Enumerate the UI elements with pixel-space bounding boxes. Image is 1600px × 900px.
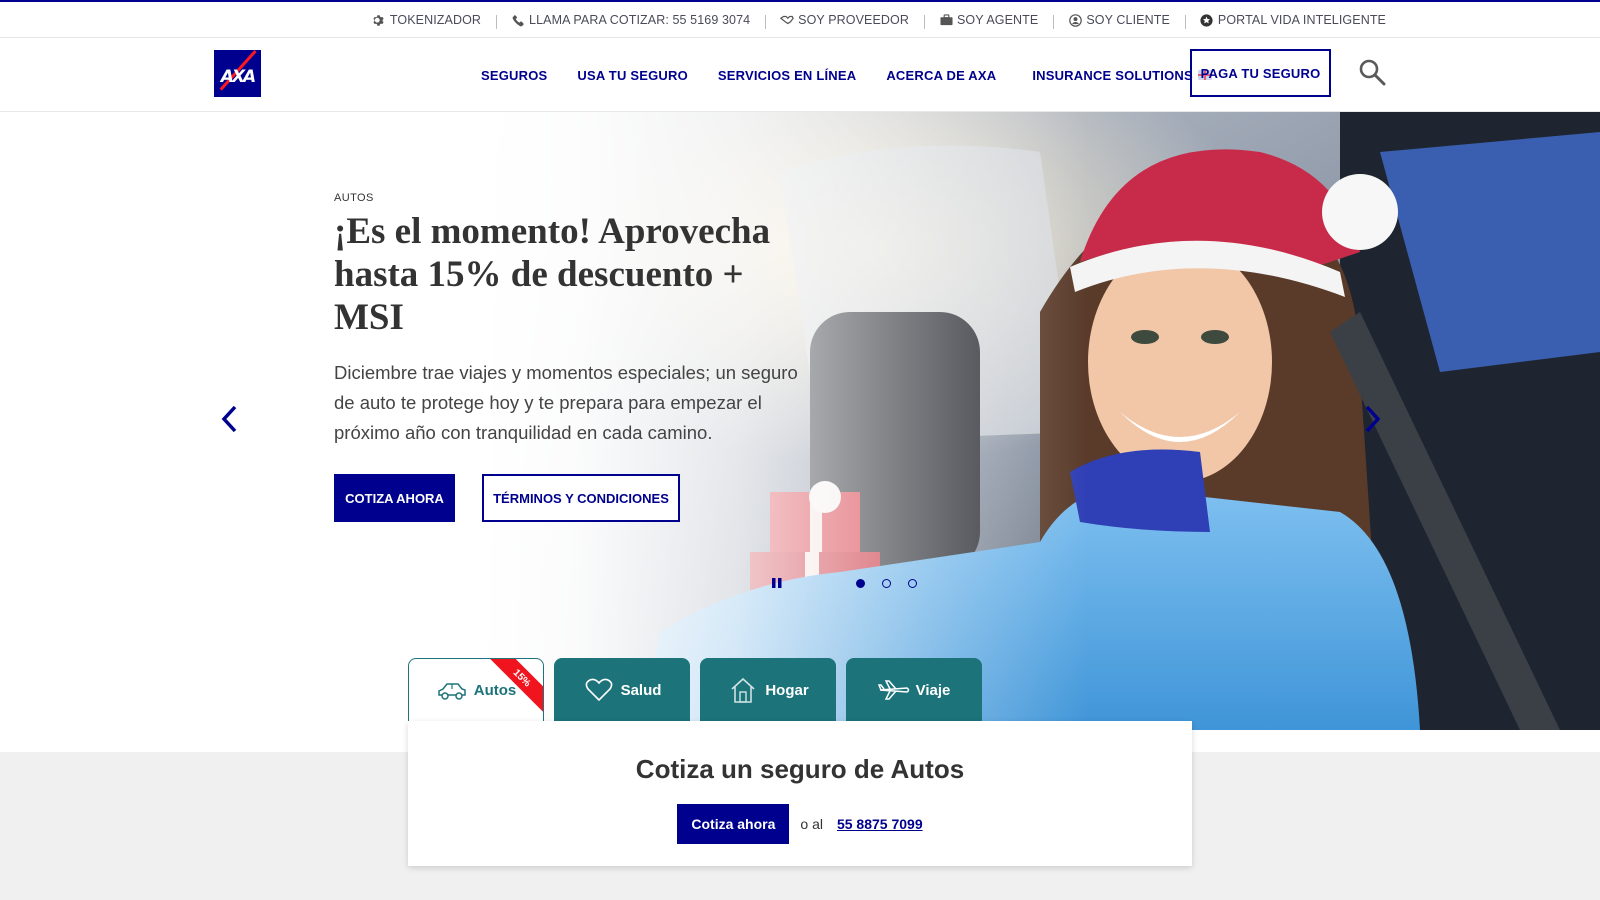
soy-agente-link[interactable]: SOY AGENTE — [924, 13, 1053, 29]
soy-agente-label: SOY AGENTE — [957, 13, 1039, 27]
tab-hogar[interactable]: Hogar — [700, 658, 836, 722]
nav-insurance-solutions-label: INSURANCE SOLUTIONS — [1032, 67, 1193, 83]
nav-acerca-de-axa[interactable]: ACERCA DE AXA — [886, 68, 996, 83]
hero-title: ¡Es el momento! Aprovecha hasta 15% de d… — [334, 211, 771, 338]
portal-vida-inteligente-link[interactable]: PORTAL VIDA INTELIGENTE — [1184, 13, 1386, 29]
briefcase-icon — [939, 13, 953, 27]
heart-icon — [583, 678, 615, 702]
axa-logo[interactable]: AXA — [214, 50, 261, 97]
soy-proveedor-label: SOY PROVEEDOR — [798, 13, 909, 27]
chevron-right-icon[interactable] — [1360, 404, 1384, 434]
tab-autos-label: Autos — [473, 682, 517, 699]
tab-autos[interactable]: Autos 15% — [408, 658, 544, 722]
hero-description: Diciembre trae viajes y momentos especia… — [334, 362, 798, 443]
tab-hogar-label: Hogar — [765, 681, 809, 699]
insurance-type-tabs: Autos 15% Salud Hogar Viaje — [408, 658, 992, 722]
utility-links: TOKENIZADOR LLAMA PARA COTIZAR: 55 5169 … — [357, 2, 1386, 38]
nav-insurance-solutions[interactable]: INSURANCE SOLUTIONS — [1032, 68, 1212, 83]
carousel-dots — [856, 579, 934, 588]
nav-seguros[interactable]: SEGUROS — [481, 68, 547, 83]
car-icon — [436, 679, 468, 703]
quote-title: Cotiza un seguro de Autos — [635, 754, 965, 784]
quote-cotiza-ahora-button[interactable]: Cotiza ahora — [677, 804, 790, 844]
hero-eyebrow: AUTOS — [334, 192, 374, 204]
tab-salud[interactable]: Salud — [554, 658, 690, 722]
quote-or-text: o al — [800, 816, 823, 832]
soy-proveedor-link[interactable]: SOY PROVEEDOR — [765, 13, 924, 29]
star-circle-icon — [1200, 13, 1214, 27]
user-circle-icon — [1068, 13, 1082, 27]
quote-actions: Cotiza ahora o al 55 8875 7099 — [408, 804, 1192, 844]
nav-servicios-en-linea[interactable]: SERVICIOS EN LÍNEA — [718, 68, 856, 83]
house-icon — [727, 677, 759, 703]
pay-your-insurance-button[interactable]: PAGA TU SEGURO — [1190, 49, 1331, 97]
soy-cliente-label: SOY CLIENTE — [1086, 13, 1170, 27]
tokenizador-label: TOKENIZADOR — [389, 13, 482, 27]
pause-icon[interactable] — [770, 576, 784, 590]
main-nav: SEGUROS USA TU SEGURO SERVICIOS EN LÍNEA… — [481, 38, 1242, 112]
nav-usa-tu-seguro[interactable]: USA TU SEGURO — [577, 68, 687, 83]
carousel-dot-3[interactable] — [908, 579, 917, 588]
call-to-quote-label: LLAMA PARA COTIZAR: 55 5169 3074 — [529, 13, 751, 27]
chevron-left-icon[interactable] — [218, 404, 242, 434]
utility-bar: TOKENIZADOR LLAMA PARA COTIZAR: 55 5169 … — [0, 0, 1600, 38]
tab-salud-label: Salud — [620, 681, 662, 699]
handshake-icon — [780, 13, 795, 27]
quote-card: Cotiza un seguro de Autos Cotiza ahora o… — [408, 721, 1192, 866]
tokenizador-link[interactable]: TOKENIZADOR — [357, 13, 496, 27]
carousel-dot-2[interactable] — [882, 579, 891, 588]
airplane-icon — [877, 678, 910, 702]
tab-viaje[interactable]: Viaje — [846, 658, 982, 722]
search-icon[interactable] — [1358, 58, 1388, 88]
logo-text: AXA — [220, 67, 256, 87]
hero-carousel: AUTOS ¡Es el momento! Aprovecha hasta 15… — [0, 112, 1600, 730]
quote-phone-link[interactable]: 55 8875 7099 — [837, 816, 923, 832]
terms-conditions-button[interactable]: TÉRMINOS Y CONDICIONES — [482, 474, 680, 522]
main-header: AXA SEGUROS USA TU SEGURO SERVICIOS EN L… — [0, 38, 1600, 112]
soy-cliente-link[interactable]: SOY CLIENTE — [1053, 13, 1185, 29]
portal-vida-inteligente-label: PORTAL VIDA INTELIGENTE — [1217, 13, 1386, 27]
carousel-dot-1[interactable] — [856, 579, 865, 588]
call-to-quote-link[interactable]: LLAMA PARA COTIZAR: 55 5169 3074 — [496, 13, 765, 29]
phone-icon — [511, 13, 525, 27]
tab-viaje-label: Viaje — [915, 681, 951, 699]
gear-icon — [372, 13, 386, 27]
cotiza-ahora-button[interactable]: COTIZA AHORA — [334, 474, 455, 522]
